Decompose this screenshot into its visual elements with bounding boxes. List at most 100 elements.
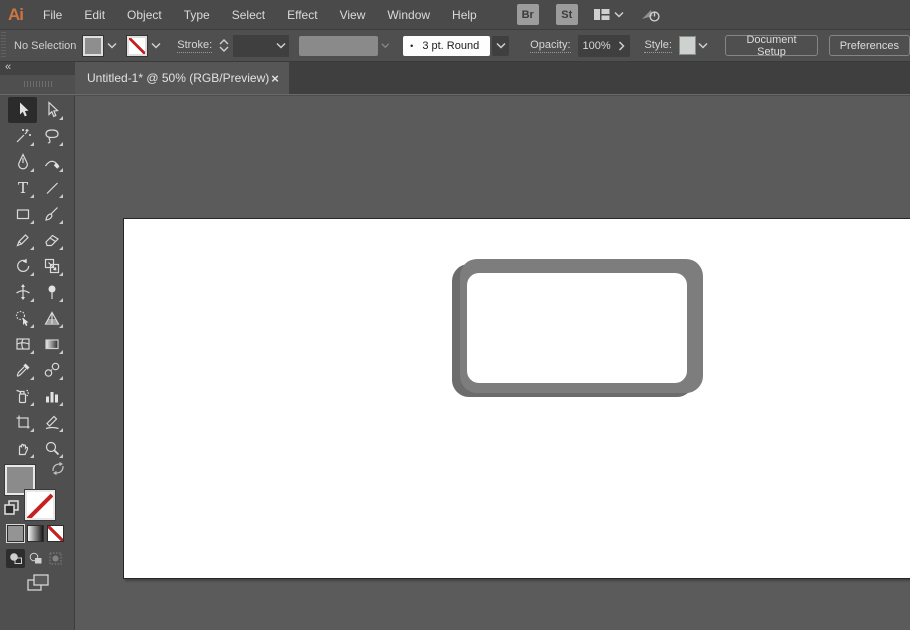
opacity-value: 100% [583,40,619,52]
workspace-layout-icon [593,7,610,22]
tool-eyedropper[interactable] [8,357,37,383]
gpu-performance-button[interactable] [640,6,662,24]
eraser-tool-icon [43,231,61,249]
workspace-switcher-button[interactable] [593,7,624,22]
tool-type[interactable]: T [8,175,37,201]
tool-mesh[interactable] [8,331,37,357]
chevron-down-icon [614,11,624,18]
preferences-button[interactable]: Preferences [829,35,910,56]
tool-paintbrush[interactable] [37,201,66,227]
tool-width[interactable] [8,279,37,305]
tool-blend[interactable] [37,357,66,383]
tool-magic-wand[interactable] [8,123,37,149]
menu-window[interactable]: Window [376,0,441,30]
menu-type[interactable]: Type [173,0,221,30]
column-graph-tool-icon [43,387,61,405]
main-area: T [0,94,910,630]
tool-shape-builder[interactable] [8,305,37,331]
toolbar-collapse-button[interactable]: « [0,62,75,75]
tools-grid: T [0,96,74,461]
tool-puppet-warp[interactable] [37,279,66,305]
tool-direct-selection[interactable] [37,97,66,123]
bridge-button[interactable]: Br [517,4,539,25]
document-tab-title: Untitled-1* @ 50% (RGB/Preview) [87,71,269,85]
opacity-field[interactable]: 100% [578,35,631,57]
hand-tool-icon [14,439,32,457]
stroke-proxy-swatch-none[interactable] [25,490,55,520]
type-tool-icon: T [14,179,32,197]
style-dropdown-button[interactable] [696,36,709,55]
variable-width-profile-dropdown[interactable] [299,36,378,56]
tool-column-graph[interactable] [37,383,66,409]
artboard-tool-icon [14,413,32,431]
stroke-weight-label[interactable]: Stroke: [177,39,212,53]
tool-selection[interactable] [8,97,37,123]
menu-object[interactable]: Object [116,0,173,30]
tool-artboard[interactable] [8,409,37,435]
menu-edit[interactable]: Edit [73,0,116,30]
fill-color-dropdown[interactable] [83,36,117,56]
none-button[interactable] [47,525,64,542]
stroke-color-dropdown[interactable] [127,36,161,56]
brush-preview-dot: • [410,41,413,51]
tool-shaper[interactable] [8,227,37,253]
close-icon[interactable]: × [269,71,281,86]
stroke-weight-dropdown[interactable] [233,35,288,57]
tool-eraser[interactable] [37,227,66,253]
style-label[interactable]: Style: [644,39,672,53]
tool-rectangle[interactable] [8,201,37,227]
tool-slice[interactable] [37,409,66,435]
width-tool-icon [14,283,32,301]
document-tab[interactable]: Untitled-1* @ 50% (RGB/Preview) × [75,62,289,94]
stepper-down-icon [219,46,229,52]
curvature-tool-icon [43,153,61,171]
draw-normal-mode-button[interactable] [6,549,25,568]
rectangle-tool-icon [14,205,32,223]
tool-lasso[interactable] [37,123,66,149]
paintbrush-tool-icon [43,205,61,223]
draw-inside-icon [48,551,63,566]
toolbar-drag-grip[interactable] [24,81,52,87]
chevron-down-icon [276,42,286,49]
tool-rotate[interactable] [8,253,37,279]
draw-normal-icon [8,551,23,566]
chevron-down-icon [107,42,117,49]
brush-dropdown-button[interactable] [492,36,509,56]
draw-behind-mode-button[interactable] [26,549,45,568]
canvas-area[interactable] [75,96,910,630]
opacity-label[interactable]: Opacity: [530,39,570,53]
tool-symbol-sprayer[interactable] [8,383,37,409]
gradient-button[interactable] [27,525,44,542]
key-shape[interactable] [452,259,703,398]
change-screen-mode-button[interactable] [26,573,50,593]
tool-gradient[interactable] [37,331,66,357]
menu-effect[interactable]: Effect [276,0,328,30]
tool-curvature[interactable] [37,149,66,175]
brush-definition-dropdown[interactable]: • 3 pt. Round [403,36,509,56]
menu-file[interactable]: File [32,0,73,30]
default-fill-stroke-icon[interactable] [4,500,20,516]
mesh-tool-icon [14,335,32,353]
draw-inside-mode-button[interactable] [46,549,65,568]
control-bar-grip[interactable] [1,32,6,59]
toolbar-dock-header: « [0,62,75,94]
swap-fill-stroke-icon[interactable] [49,460,67,476]
menu-select[interactable]: Select [221,0,276,30]
tool-zoom[interactable] [37,435,66,461]
symbol-sprayer-tool-icon [14,387,32,405]
menu-help[interactable]: Help [441,0,488,30]
color-button[interactable] [7,525,24,542]
tool-pen[interactable] [8,149,37,175]
tool-hand[interactable] [8,435,37,461]
style-swatch[interactable] [679,36,696,55]
scale-tool-icon [43,257,61,275]
fill-color-swatch [83,36,103,56]
chevron-right-icon [618,41,625,51]
tool-scale[interactable] [37,253,66,279]
document-setup-button[interactable]: Document Setup [725,35,817,56]
stock-button[interactable]: St [556,4,578,25]
tool-line-segment[interactable] [37,175,66,201]
tool-perspective-grid[interactable] [37,305,66,331]
stroke-weight-stepper[interactable] [219,39,231,52]
menu-view[interactable]: View [329,0,377,30]
